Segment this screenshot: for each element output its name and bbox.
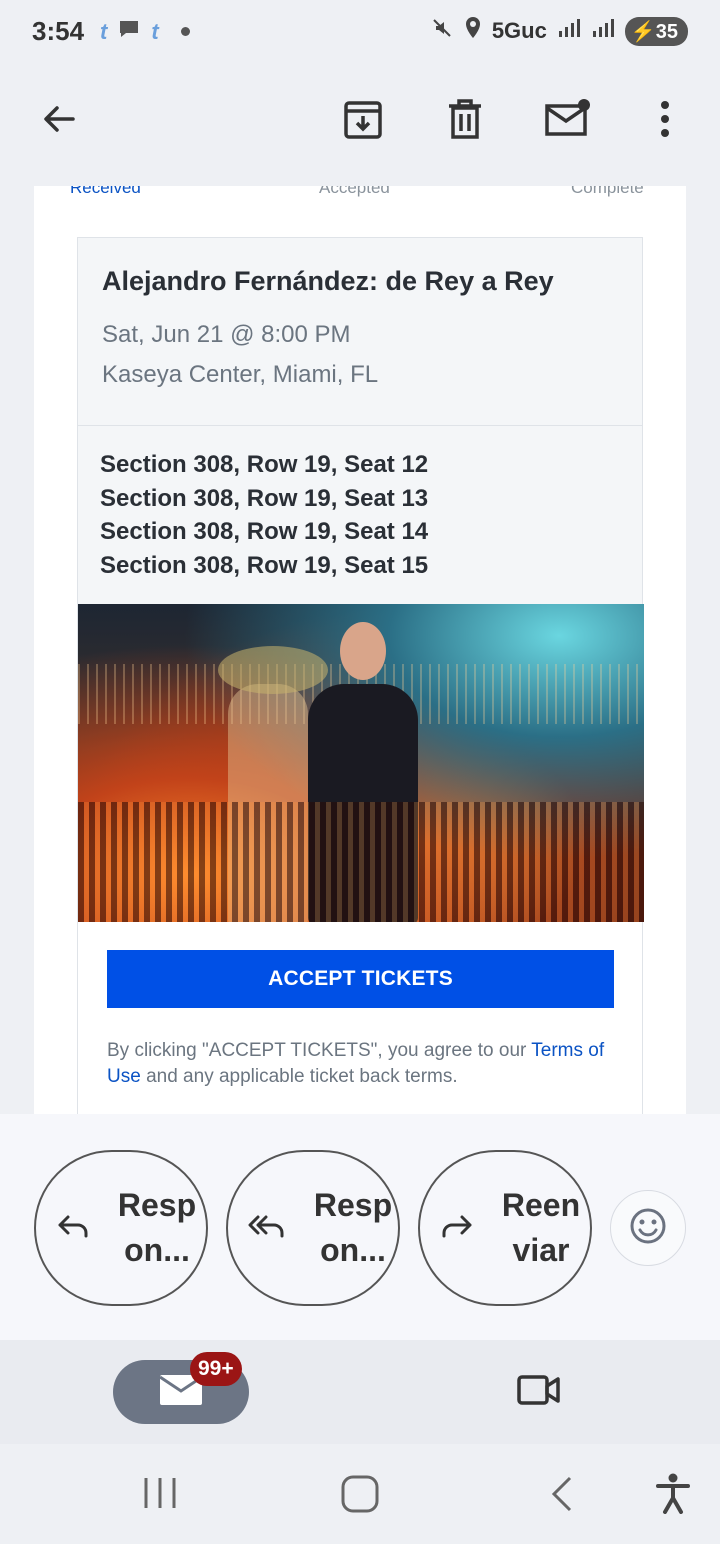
reply-all-label: Resp on... [313,1187,393,1268]
email-toolbar [0,64,720,186]
more-icon[interactable] [640,94,690,144]
meet-tab[interactable] [516,1372,562,1413]
home-icon[interactable] [340,1474,380,1519]
email-body: Received Accepted Complete Alejandro Fer… [34,186,686,1114]
event-title: Alejandro Fernández: de Rey a Rey [102,266,554,296]
ticket-card: Alejandro Fernández: de Rey a Rey Sat, J… [77,237,644,1114]
back-icon[interactable] [548,1474,576,1519]
reply-label: Resp on... [117,1187,197,1268]
forward-icon [440,1213,474,1244]
step-accepted: Accepted [319,186,390,197]
bottom-navigation: 99+ [0,1340,720,1444]
status-time: 3:54 [32,16,85,46]
emoji-reaction-button[interactable] [610,1190,686,1266]
system-icons: 5Guc ⚡35 [430,16,688,46]
battery-level: 35 [655,20,678,43]
event-venue: Kaseya Center, Miami, FL [102,361,379,388]
unread-badge: 99+ [190,1352,242,1386]
concert-image [78,604,644,922]
battery-indicator: ⚡35 [624,16,688,46]
mark-unread-icon[interactable] [542,94,592,144]
progress-steps: Received Accepted Complete [34,186,686,198]
reply-all-button[interactable]: Resp on... [226,1150,400,1306]
reply-actions: Resp on... Resp on... Reen viar [0,1114,720,1340]
event-date: Sat, Jun 21 @ 8:00 PM [102,321,351,348]
mute-icon [430,16,454,46]
video-camera-icon [516,1375,562,1412]
chat-icon [117,18,141,45]
seat-item: Section 308, Row 19, Seat 12 [100,451,429,478]
smiley-icon [629,1207,667,1250]
status-bar: 3:54 t t 5Guc ⚡35 [0,0,720,64]
tumblr-icon: t [100,18,108,44]
step-received: Received [70,186,141,197]
notification-icons: t t [100,18,190,45]
location-icon [464,16,482,46]
signal-icon [557,17,581,45]
reply-button[interactable]: Resp on... [34,1150,208,1306]
sombrero [218,646,328,694]
seat-item: Section 308, Row 19, Seat 13 [100,484,429,512]
terms-prefix: By clicking "ACCEPT TICKETS", you agree … [107,1040,532,1061]
reply-icon [56,1213,90,1244]
tumblr-icon: t [151,18,159,44]
terms-suffix: and any applicable ticket back terms. [140,1066,458,1087]
network-label: 5Guc [491,18,547,43]
seat-item: Section 308, Row 19, Seat 14 [100,518,429,545]
accessibility-icon[interactable] [655,1472,691,1519]
crowd [78,802,644,922]
back-arrow-icon[interactable] [34,94,84,144]
signal-icon [591,17,615,45]
recent-apps-icon[interactable] [142,1476,178,1515]
reply-all-icon [248,1213,286,1244]
forward-label: Reen viar [501,1187,581,1268]
singer-head [340,622,386,680]
more-notifications-dot [180,27,190,36]
forward-button[interactable]: Reen viar [418,1150,592,1306]
terms-text: By clicking "ACCEPT TICKETS", you agree … [107,1038,617,1090]
system-navigation-bar [0,1444,720,1544]
event-info: Alejandro Fernández: de Rey a Rey Sat, J… [78,238,642,426]
seat-list: Section 308, Row 19, Seat 12 Section 308… [78,426,642,604]
step-complete: Complete [571,186,644,197]
delete-icon[interactable] [440,94,490,144]
archive-icon[interactable] [338,94,388,144]
accept-tickets-button[interactable]: ACCEPT TICKETS [107,950,614,1008]
seat-item: Section 308, Row 19, Seat 15 [100,551,429,579]
